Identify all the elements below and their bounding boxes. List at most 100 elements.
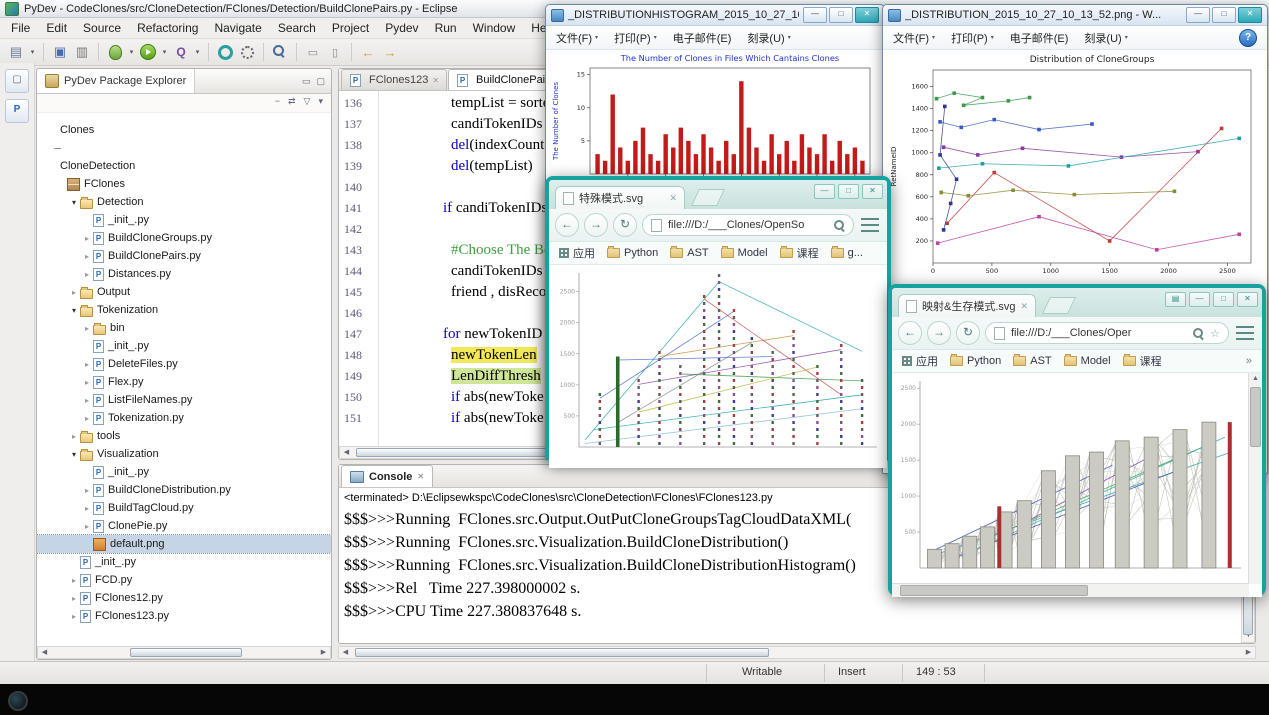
tree-item-init-py[interactable]: P_init_.py [37, 337, 331, 355]
bookmark-ast[interactable]: AST [670, 247, 708, 259]
forward-button[interactable]: → [584, 213, 608, 237]
tree-item-fclones12-py[interactable]: ▸PFClones12.py [37, 589, 331, 607]
close-tab-icon[interactable]: ✕ [669, 193, 677, 204]
window-titlebar[interactable]: _DISTRIBUTION_2015_10_27_10_13_52.png - … [883, 5, 1267, 26]
view-menu-icon[interactable]: ▾ [318, 96, 323, 112]
bookmark-item[interactable]: 应用 [902, 353, 938, 369]
run-dropdown[interactable] [160, 42, 169, 62]
maximize-button[interactable]: □ [838, 184, 859, 199]
menu-navigate[interactable]: Navigate [207, 19, 268, 37]
menu-e[interactable]: 电子邮件(E) [673, 30, 732, 46]
last-edit-location-button[interactable] [303, 42, 323, 62]
menu-p[interactable]: 打印(P)▾ [951, 30, 994, 46]
menu-e[interactable]: 电子邮件(E) [1010, 30, 1069, 46]
forward-button[interactable]: → [927, 321, 951, 345]
tree-item-output[interactable]: ▸Output [37, 283, 331, 301]
tree-item-item[interactable] [37, 139, 331, 157]
tree-item-tokenization-py[interactable]: ▸PTokenization.py [37, 409, 331, 427]
window-titlebar[interactable]: _DISTRIBUTIONHISTOGRAM_2015_10_27_10_1..… [546, 5, 884, 26]
collapsed-arrow-icon[interactable]: ▸ [82, 378, 92, 387]
menu-pydev[interactable]: Pydev [378, 19, 425, 37]
forward-button[interactable] [380, 42, 400, 62]
minimize-button[interactable]: — [803, 7, 827, 23]
scroll-up-icon[interactable]: ▲ [1249, 373, 1262, 385]
scroll-left-icon[interactable]: ◀ [339, 647, 352, 659]
tree-item-tools[interactable]: ▸tools [37, 427, 331, 445]
collapsed-arrow-icon[interactable]: ▸ [82, 522, 92, 531]
collapsed-arrow-icon[interactable]: ▸ [82, 360, 92, 369]
new-tab-button[interactable] [1042, 297, 1076, 314]
pydev-view-icon[interactable]: P [5, 99, 29, 123]
package-explorer-tab[interactable]: PyDev Package Explorer [37, 69, 195, 93]
scrollbar-thumb[interactable] [1250, 387, 1261, 447]
tree-item-fclones123-py[interactable]: ▸PFClones123.py [37, 607, 331, 625]
expanded-arrow-icon[interactable]: ▾ [69, 198, 79, 207]
tree-item-clones[interactable]: Clones [37, 121, 331, 139]
close-button[interactable]: ✕ [1237, 292, 1258, 307]
close-button[interactable]: ✕ [862, 184, 883, 199]
save-button[interactable] [50, 42, 70, 62]
url-text[interactable]: file:///D:/___Clones/OpenSo [668, 219, 828, 231]
browser-tab[interactable]: 特殊模式.svg ✕ [555, 186, 685, 209]
search-icon[interactable] [834, 220, 845, 231]
browser-tab[interactable]: 映射&生存模式.svg ✕ [898, 294, 1036, 317]
tree-item-buildclonepairs-py[interactable]: ▸PBuildClonePairs.py [37, 247, 331, 265]
bookmark-item[interactable]: 应用 [559, 245, 595, 261]
new-dropdown[interactable] [28, 42, 37, 62]
menu-u[interactable]: 刻录(U)▾ [1084, 30, 1127, 46]
address-bar[interactable]: file:///D:/___Clones/Oper ☆ [985, 322, 1229, 344]
restore-view-icon[interactable]: ▢ [5, 69, 29, 93]
collapsed-arrow-icon[interactable]: ▸ [82, 414, 92, 423]
menu-refactoring[interactable]: Refactoring [130, 19, 205, 37]
tree-item-init-py[interactable]: P_init_.py [37, 211, 331, 229]
page-horizontal-scrollbar[interactable] [892, 583, 1249, 597]
scroll-left-icon[interactable]: ◀ [38, 647, 51, 659]
scrollbar-thumb[interactable] [130, 648, 242, 657]
package-tree-horizontal-scrollbar[interactable]: ◀ ▶ [37, 646, 331, 659]
tree-item-detection[interactable]: ▾Detection [37, 193, 331, 211]
link-with-editor-icon[interactable]: ⇄ [288, 96, 296, 112]
menu-file[interactable]: File [4, 19, 37, 37]
scrollbar-thumb[interactable] [900, 585, 1088, 596]
tree-item-flex-py[interactable]: ▸PFlex.py [37, 373, 331, 391]
scroll-left-icon[interactable]: ◀ [340, 447, 353, 459]
tree-item-fclones[interactable]: FClones [37, 175, 331, 193]
close-button[interactable]: ✕ [1238, 7, 1262, 23]
coverage-button[interactable] [215, 42, 235, 62]
bookmark-python[interactable]: Python [950, 355, 1001, 367]
maximize-view-icon[interactable]: ▢ [316, 76, 325, 87]
back-button[interactable]: ← [555, 213, 579, 237]
menu-search[interactable]: Search [271, 19, 323, 37]
bookmark-star-icon[interactable]: ☆ [1210, 327, 1220, 340]
close-tab-icon[interactable]: ✕ [1021, 301, 1029, 312]
console-tab[interactable]: Console ✕ [341, 465, 433, 487]
collapsed-arrow-icon[interactable]: ▸ [69, 594, 79, 603]
page-vertical-scrollbar[interactable]: ▲ [1248, 373, 1262, 584]
debug-dropdown[interactable] [127, 42, 136, 62]
bookmark-model[interactable]: Model [1064, 355, 1111, 367]
profile-dropdown[interactable] [193, 42, 202, 62]
collapsed-arrow-icon[interactable]: ▸ [69, 288, 79, 297]
collapsed-arrow-icon[interactable]: ▸ [82, 396, 92, 405]
tree-item-buildclonegroups-py[interactable]: ▸PBuildCloneGroups.py [37, 229, 331, 247]
tree-item-listfilenames-py[interactable]: ▸PListFileNames.py [37, 391, 331, 409]
collapsed-arrow-icon[interactable]: ▸ [82, 270, 92, 279]
tree-item-init-py[interactable]: P_init_.py [37, 553, 331, 571]
filter-icon[interactable]: ▽ [304, 96, 311, 112]
maximize-button[interactable]: □ [1213, 292, 1234, 307]
collapsed-arrow-icon[interactable]: ▸ [82, 504, 92, 513]
tree-item-distances-py[interactable]: ▸PDistances.py [37, 265, 331, 283]
menu-edit[interactable]: Edit [39, 19, 74, 37]
back-button[interactable]: ← [898, 321, 922, 345]
tab-fclones123[interactable]: P FClones123 ✕ [341, 69, 447, 90]
minimize-button[interactable]: — [814, 184, 835, 199]
reload-button[interactable]: ↻ [613, 213, 637, 237]
minimize-view-icon[interactable]: ▭ [302, 76, 311, 87]
bookmark-ast[interactable]: AST [1013, 355, 1051, 367]
chrome-menu-icon[interactable] [1234, 324, 1256, 342]
tree-item-clonedetection[interactable]: CloneDetection [37, 157, 331, 175]
new-button[interactable] [6, 42, 26, 62]
menu-f[interactable]: 文件(F)▾ [556, 30, 598, 46]
help-button[interactable]: ? [1239, 29, 1257, 47]
tree-item-buildclonedistribution-py[interactable]: ▸PBuildCloneDistribution.py [37, 481, 331, 499]
